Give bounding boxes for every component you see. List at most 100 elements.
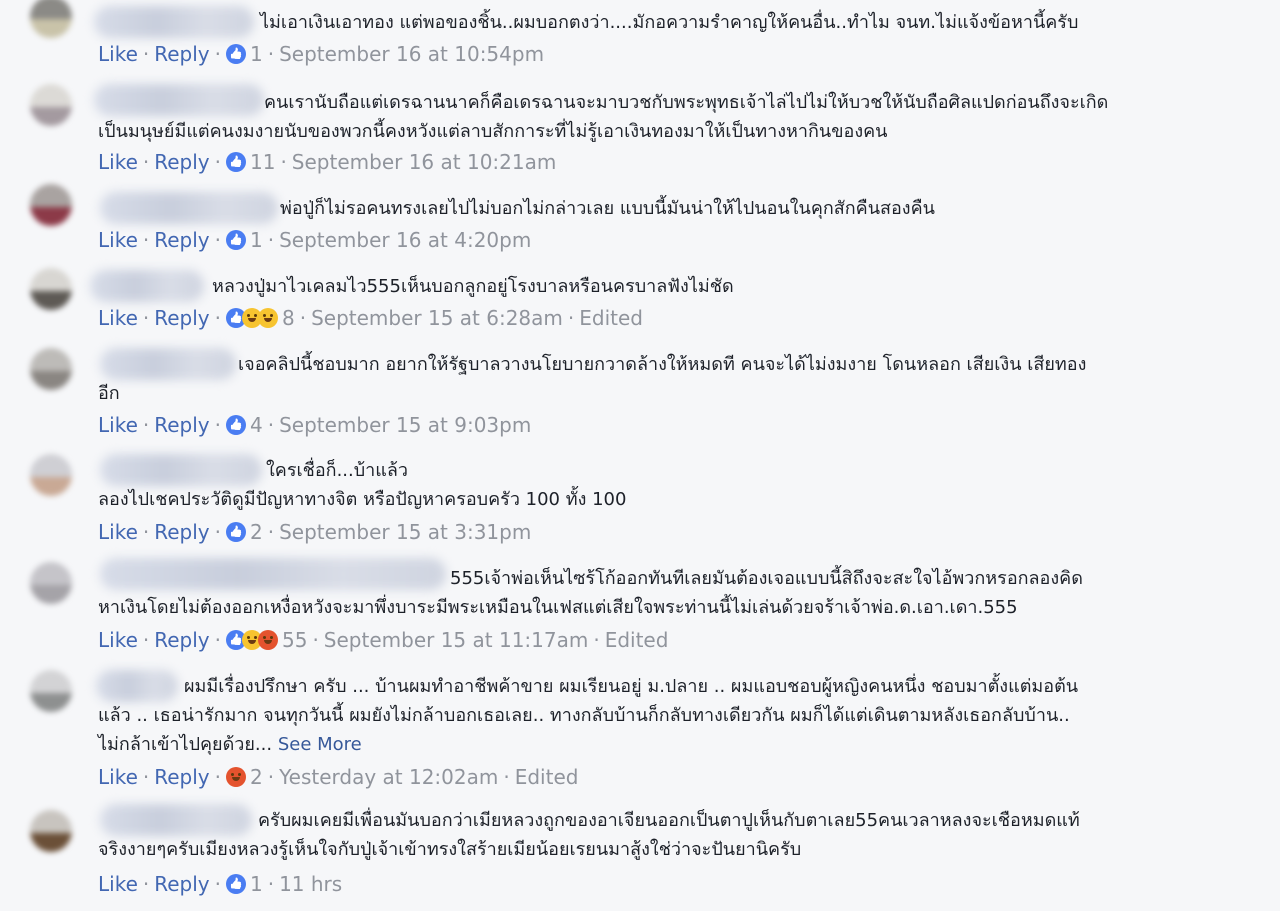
- avatar[interactable]: [30, 0, 72, 38]
- timestamp[interactable]: September 15 at 11:17am: [324, 628, 589, 652]
- separator: ·: [267, 765, 275, 789]
- separator: ·: [142, 520, 150, 544]
- like-button[interactable]: Like: [98, 520, 138, 544]
- reply-button[interactable]: Reply: [154, 628, 209, 652]
- reaction-count[interactable]: 2: [250, 520, 263, 544]
- comment-line: อีก: [98, 383, 120, 404]
- reaction-count[interactable]: 55: [282, 628, 307, 652]
- edited-label[interactable]: Edited: [515, 765, 579, 789]
- comment-line: หาเงินโดยไม่ต้องออกเหงื่อหวังจะมาพึ่งบาร…: [98, 597, 1018, 618]
- angry-reaction-icon[interactable]: [225, 767, 246, 787]
- reaction-count[interactable]: 4: [250, 413, 263, 437]
- comment-actions: Like·Reply·1·September 16 at 10:54pm: [98, 41, 544, 67]
- timestamp[interactable]: September 15 at 6:28am: [311, 306, 563, 330]
- comment-text: ไม่เอาเงินเอาทอง แต่พอของชิ้น..ผมบอกตงว่…: [260, 8, 1260, 37]
- like-button[interactable]: Like: [98, 628, 138, 652]
- like-button[interactable]: Like: [98, 42, 138, 66]
- separator: ·: [214, 306, 221, 330]
- reaction-count[interactable]: 1: [250, 872, 263, 896]
- timestamp[interactable]: September 15 at 9:03pm: [279, 413, 531, 437]
- like-reaction-icon[interactable]: [225, 874, 246, 894]
- comment-text: เจอคลิปนี้ชอบมาก อยากให้รัฐบาลวางนโยบายก…: [98, 350, 1248, 408]
- reaction-count[interactable]: 2: [250, 765, 263, 789]
- timestamp[interactable]: September 16 at 4:20pm: [279, 228, 531, 252]
- separator: ·: [142, 872, 150, 896]
- like-button[interactable]: Like: [98, 413, 138, 437]
- separator: ·: [267, 228, 275, 252]
- edited-label[interactable]: Edited: [605, 628, 669, 652]
- separator: ·: [280, 150, 287, 174]
- reply-button[interactable]: Reply: [154, 765, 209, 789]
- reaction-count[interactable]: 1: [250, 42, 263, 66]
- comment-line: พ่อปู่ก็ไม่รอคนทรงเลยไปไม่บอกไม่กล่าวเลย…: [280, 198, 935, 219]
- reaction-count[interactable]: 11: [250, 150, 275, 174]
- avatar[interactable]: [30, 348, 72, 390]
- see-more-link[interactable]: See More: [278, 734, 362, 755]
- reply-button[interactable]: Reply: [154, 228, 209, 252]
- timestamp[interactable]: Yesterday at 12:02am: [279, 765, 498, 789]
- reply-button[interactable]: Reply: [154, 413, 209, 437]
- comment-actions: Like·Reply·1·September 16 at 4:20pm: [98, 227, 531, 253]
- like-reaction-icon[interactable]: [225, 415, 246, 435]
- commenter-name[interactable]: [94, 6, 254, 38]
- separator: ·: [312, 628, 319, 652]
- like-reaction-icon[interactable]: [225, 230, 246, 250]
- reply-button[interactable]: Reply: [154, 42, 209, 66]
- like-button[interactable]: Like: [98, 306, 138, 330]
- comment-line: แล้ว .. เธอน่ารักมาก จนทุกวันนี้ ผมยังไม…: [98, 705, 1070, 726]
- separator: ·: [267, 42, 275, 66]
- avatar[interactable]: [30, 268, 72, 310]
- comment-text: 555เจ้าพ่อเห็นไซร้โก้ออกทันทีเลยมันต้องเ…: [98, 564, 1248, 622]
- comment-line: หลวงปู่มาไวเคลมไว555เห็นบอกลูกอยู่โรงบาล…: [212, 276, 734, 297]
- timestamp[interactable]: September 16 at 10:54pm: [279, 42, 544, 66]
- reply-button[interactable]: Reply: [154, 150, 209, 174]
- like-button[interactable]: Like: [98, 228, 138, 252]
- edited-label[interactable]: Edited: [579, 306, 643, 330]
- haha-reaction-icon[interactable]: [257, 308, 278, 328]
- separator: ·: [267, 872, 275, 896]
- reply-button[interactable]: Reply: [154, 306, 209, 330]
- timestamp[interactable]: September 15 at 3:31pm: [279, 520, 531, 544]
- comment-line: เป็นมนุษย์มีแต่คนงมงายนับของพวกนี้คงหวัง…: [98, 121, 888, 142]
- separator: ·: [214, 42, 221, 66]
- comment-actions: Like·Reply·4·September 15 at 9:03pm: [98, 412, 531, 438]
- angry-reaction-icon[interactable]: [257, 630, 278, 650]
- comment-text: คนเรานับถือแต่เดรฉานนาคก็คือเดรฉานจะมาบว…: [98, 88, 1248, 146]
- like-reaction-icon[interactable]: [225, 44, 246, 64]
- avatar[interactable]: [30, 562, 72, 604]
- comment-actions: Like · Reply · 2 · Yesterday at 12:02am · Edited: [98, 764, 578, 790]
- separator: ·: [214, 520, 221, 544]
- comment-line: ไม่กล้าเข้าไปคุยด้วย...: [98, 734, 273, 755]
- timestamp[interactable]: September 16 at 10:21am: [292, 150, 557, 174]
- comment-actions: Like·Reply·2·September 15 at 3:31pm: [98, 519, 531, 545]
- comment-line: ลองไปเชคประวัติดูมีปัญหาทางจิต หรือปัญหา…: [98, 489, 627, 510]
- comment-text: ครับผมเคยมีเพื่อนมันบอกว่าเมียหลวงถูกของ…: [98, 806, 1248, 864]
- avatar[interactable]: [30, 670, 72, 712]
- reply-button[interactable]: Reply: [154, 872, 209, 896]
- comment-text: หลวงปู่มาไวเคลมไว555เห็นบอกลูกอยู่โรงบาล…: [212, 272, 1252, 301]
- separator: ·: [142, 765, 150, 789]
- timestamp[interactable]: 11 hrs: [279, 872, 342, 896]
- comment-line: คนเรานับถือแต่เดรฉานนาคก็คือเดรฉานจะมาบว…: [264, 92, 1109, 113]
- like-button[interactable]: Like: [98, 150, 138, 174]
- like-reaction-icon[interactable]: [225, 152, 246, 172]
- like-button[interactable]: Like: [98, 872, 138, 896]
- avatar[interactable]: [30, 84, 72, 126]
- separator: ·: [503, 765, 510, 789]
- commenter-name[interactable]: [100, 192, 278, 224]
- separator: ·: [567, 306, 575, 330]
- comment-text: พ่อปู่ก็ไม่รอคนทรงเลยไปไม่บอกไม่กล่าวเลย…: [280, 194, 1260, 223]
- comment-line: จริงงายๆครับเมียงหลวงรู้เห็นใจกับปู่เจ้า…: [98, 839, 802, 860]
- like-button[interactable]: Like: [98, 765, 138, 789]
- commenter-name[interactable]: [90, 270, 204, 302]
- separator: ·: [142, 306, 150, 330]
- avatar[interactable]: [30, 454, 72, 496]
- like-reaction-icon[interactable]: [225, 522, 246, 542]
- separator: ·: [142, 413, 150, 437]
- reaction-count[interactable]: 8: [282, 306, 295, 330]
- separator: ·: [214, 228, 221, 252]
- avatar[interactable]: [30, 810, 72, 852]
- reply-button[interactable]: Reply: [154, 520, 209, 544]
- avatar[interactable]: [30, 184, 72, 226]
- reaction-count[interactable]: 1: [250, 228, 263, 252]
